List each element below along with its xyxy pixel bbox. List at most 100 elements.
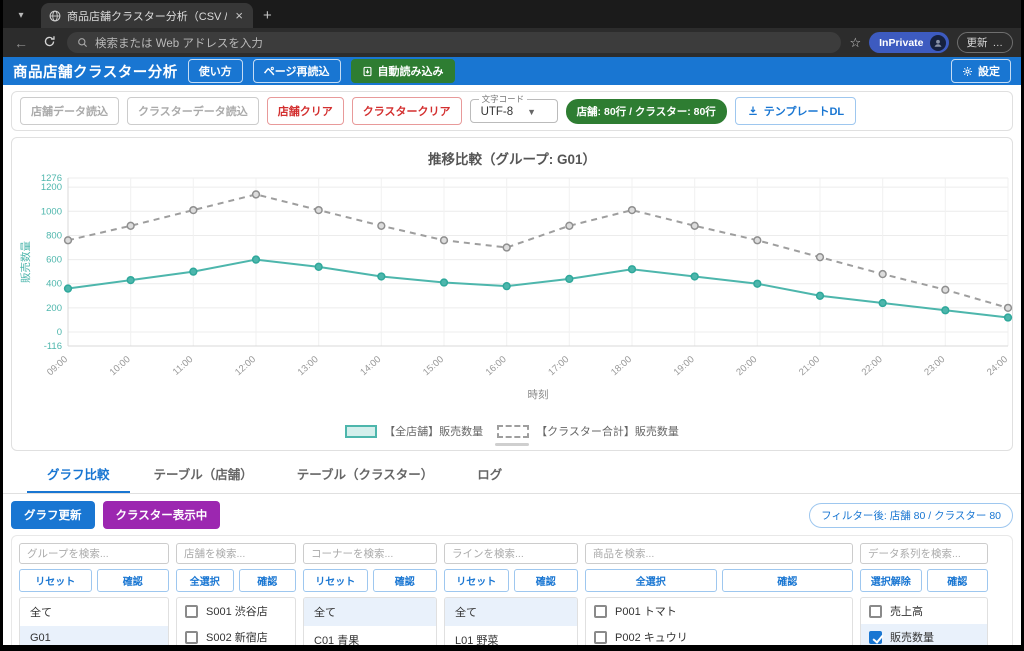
- line-item-0[interactable]: 全て: [445, 598, 577, 626]
- tab-close-icon[interactable]: ×: [233, 9, 245, 22]
- browser-tab[interactable]: 商品店舗クラスター分析（CSV / MUI ×: [41, 3, 253, 28]
- series-search-input[interactable]: [860, 543, 988, 564]
- favorites-icon[interactable]: ☆: [849, 35, 861, 51]
- update-graph-label: グラフ更新: [24, 510, 82, 522]
- store-checkbox-row-0[interactable]: S001 渋谷店: [177, 598, 295, 624]
- line-search-input[interactable]: [444, 543, 578, 564]
- group-search-input[interactable]: [19, 543, 169, 564]
- charset-select[interactable]: 文字コード UTF-8 ▼: [470, 99, 558, 123]
- data-toolbar: 店舗データ読込 クラスターデータ読込 店舗クリア クラスタークリア 文字コード …: [11, 91, 1013, 131]
- product-button-0[interactable]: 全選択: [585, 569, 717, 592]
- address-bar[interactable]: 検索または Web アドレスを入力: [67, 32, 841, 53]
- series-checkbox-row-1[interactable]: 販売数量: [861, 624, 987, 645]
- product-search-input[interactable]: [585, 543, 853, 564]
- group-item-0[interactable]: 全て: [20, 598, 168, 626]
- corner-button-1[interactable]: 確認: [373, 569, 438, 592]
- line-button-1[interactable]: 確認: [514, 569, 579, 592]
- group-button-1[interactable]: 確認: [97, 569, 170, 592]
- product-checkbox-row-0[interactable]: P001 トマト: [586, 598, 852, 624]
- product-buttons: 全選択確認: [585, 569, 853, 592]
- browser-update-button[interactable]: 更新 …: [957, 32, 1014, 53]
- load-store-data-button[interactable]: 店舗データ読込: [20, 97, 119, 125]
- load-cluster-label: クラスターデータ読込: [138, 106, 248, 118]
- new-tab-button[interactable]: +: [263, 7, 272, 24]
- checkbox-icon[interactable]: [185, 605, 198, 618]
- legend-scrollbar[interactable]: [495, 443, 529, 446]
- store-checkbox-row-1[interactable]: S002 新宿店: [177, 624, 295, 645]
- svg-text:600: 600: [46, 255, 62, 266]
- corner-item-1[interactable]: C01 青果: [304, 626, 436, 645]
- chart-title: 推移比較（グループ: G01）: [16, 148, 1008, 168]
- autoload-button[interactable]: 自動読み込み: [351, 59, 455, 83]
- reload-page-button[interactable]: ページ再読込: [253, 59, 341, 83]
- load-cluster-data-button[interactable]: クラスターデータ読込: [127, 97, 259, 125]
- corner-button-0[interactable]: リセット: [303, 569, 368, 592]
- refresh-icon[interactable]: [39, 35, 59, 51]
- update-graph-button[interactable]: グラフ更新: [11, 501, 95, 529]
- filter-result-chip: フィルター後: 店舗 80 / クラスター 80: [809, 503, 1013, 528]
- inprivate-badge[interactable]: InPrivate: [869, 32, 948, 53]
- load-store-label: 店舗データ読込: [31, 106, 108, 118]
- page-content: 店舗データ読込 クラスターデータ読込 店舗クリア クラスタークリア 文字コード …: [3, 91, 1021, 645]
- checkbox-icon[interactable]: [594, 605, 607, 618]
- more-menu-icon[interactable]: …: [993, 37, 1004, 49]
- howto-button[interactable]: 使い方: [188, 59, 243, 83]
- template-dl-label: テンプレートDL: [764, 103, 844, 119]
- back-icon[interactable]: ←: [11, 35, 31, 51]
- filter-column-store: 全選択確認 S001 渋谷店S002 新宿店: [176, 543, 296, 645]
- series-button-1[interactable]: 確認: [927, 569, 989, 592]
- settings-label: 設定: [978, 63, 1000, 79]
- settings-button[interactable]: 設定: [951, 59, 1011, 83]
- svg-text:10:00: 10:00: [108, 354, 133, 378]
- checkbox-icon[interactable]: [594, 631, 607, 644]
- tab-3[interactable]: ログ: [457, 455, 522, 493]
- upload-icon: [362, 66, 373, 77]
- product-checkbox-row-1[interactable]: P002 キュウリ: [586, 624, 852, 645]
- screen: ▾ 商品店舗クラスター分析（CSV / MUI × + ←: [0, 0, 1024, 651]
- filter-panel: リセット確認全てG01全選択確認S001 渋谷店S002 新宿店リセット確認全て…: [11, 535, 1013, 645]
- tab-1[interactable]: テーブル（店舗）: [134, 455, 273, 493]
- checkbox-icon[interactable]: [869, 605, 882, 618]
- group-item-1[interactable]: G01: [20, 626, 168, 645]
- avatar: [930, 35, 946, 51]
- line-button-0[interactable]: リセット: [444, 569, 509, 592]
- legend-swatch-dashed: [497, 425, 529, 438]
- template-download-button[interactable]: テンプレートDL: [735, 97, 856, 125]
- group-button-0[interactable]: リセット: [19, 569, 92, 592]
- chart-legend: 【全店舗】販売数量【クラスター合計】販売数量: [16, 423, 1008, 439]
- howto-label: 使い方: [199, 63, 232, 79]
- graph-actions: グラフ更新 クラスター表示中 フィルター後: 店舗 80 / クラスター 80: [11, 501, 1013, 529]
- line-item-1[interactable]: L01 野菜: [445, 626, 577, 645]
- product-item-label: P001 トマト: [615, 603, 677, 619]
- corner-item-0[interactable]: 全て: [304, 598, 436, 626]
- series-checkbox-row-0[interactable]: 売上高: [861, 598, 987, 624]
- store-button-0[interactable]: 全選択: [176, 569, 234, 592]
- series-item-label: 販売数量: [890, 629, 934, 645]
- tab-search-chevron-icon[interactable]: ▾: [9, 5, 33, 25]
- legend-item-1[interactable]: 【クラスター合計】販売数量: [497, 423, 679, 439]
- legend-item-0[interactable]: 【全店舗】販売数量: [345, 423, 483, 439]
- svg-text:400: 400: [46, 279, 62, 290]
- corner-search-input[interactable]: [303, 543, 437, 564]
- product-button-1[interactable]: 確認: [722, 569, 854, 592]
- tab-0[interactable]: グラフ比較: [27, 455, 130, 493]
- autoload-label: 自動読み込み: [378, 63, 444, 79]
- chart-card: 推移比較（グループ: G01） 127612001000800600400200…: [11, 137, 1013, 451]
- checkbox-icon[interactable]: [185, 631, 198, 644]
- svg-text:15:00: 15:00: [421, 354, 446, 378]
- series-button-0[interactable]: 選択解除: [860, 569, 922, 592]
- store-button-1[interactable]: 確認: [239, 569, 297, 592]
- svg-text:時刻: 時刻: [528, 388, 549, 401]
- cluster-showing-button[interactable]: クラスター表示中: [103, 501, 221, 529]
- svg-text:18:00: 18:00: [609, 354, 634, 378]
- clear-store-button[interactable]: 店舗クリア: [267, 97, 344, 125]
- inprivate-label: InPrivate: [879, 37, 923, 49]
- tab-2[interactable]: テーブル（クラスター）: [277, 455, 454, 493]
- svg-text:16:00: 16:00: [484, 354, 509, 378]
- corner-list: 全てC01 青果C02 精肉: [303, 597, 437, 645]
- svg-text:200: 200: [46, 303, 62, 314]
- line-chart: 1276120010008006004002000-11609:0010:001…: [16, 170, 1008, 421]
- checkbox-icon[interactable]: [869, 631, 882, 644]
- clear-cluster-button[interactable]: クラスタークリア: [352, 97, 462, 125]
- store-search-input[interactable]: [176, 543, 296, 564]
